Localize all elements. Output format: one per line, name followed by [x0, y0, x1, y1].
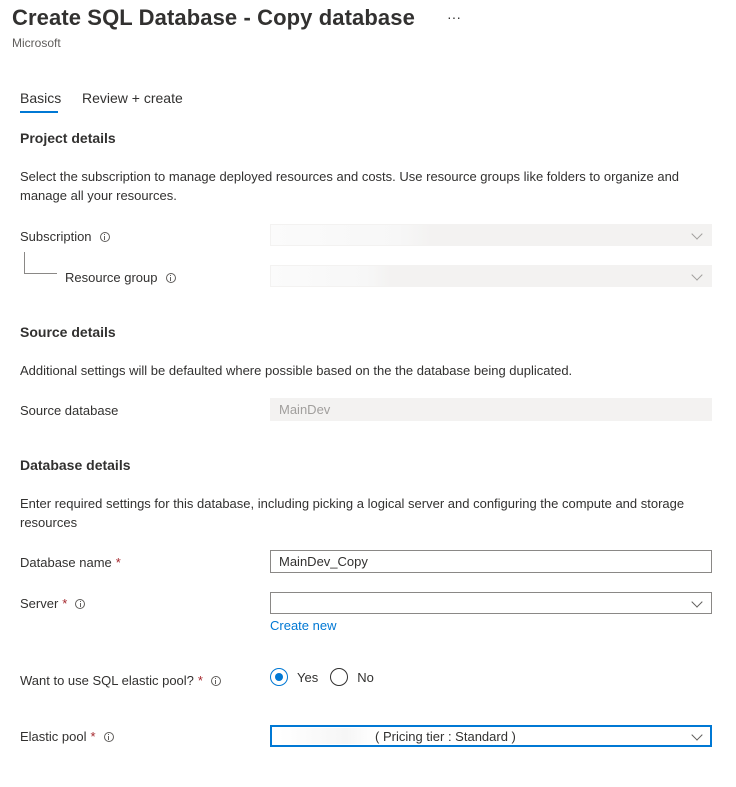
database-details-description: Enter required settings for this databas…	[20, 496, 685, 530]
radio-unchecked-icon	[330, 668, 349, 686]
page-title: Create SQL Database - Copy database	[12, 5, 415, 30]
info-icon[interactable]	[99, 231, 110, 242]
project-details-description: Select the subscription to manage deploy…	[20, 169, 680, 203]
source-details-heading: Source details	[20, 324, 116, 340]
database-details-heading: Database details	[20, 457, 131, 473]
elastic-pool-value: ( Pricing tier : Standard )	[375, 728, 516, 744]
source-database-field: MainDev	[270, 398, 712, 421]
subscription-label-row: Subscription	[20, 229, 110, 244]
chevron-down-icon	[691, 729, 703, 741]
subscription-label: Subscription	[20, 229, 92, 244]
source-database-label: Source database	[20, 403, 119, 418]
required-mark: *	[197, 673, 203, 688]
required-mark: *	[62, 596, 68, 611]
database-name-input[interactable]: MainDev_Copy	[270, 550, 712, 573]
required-mark: *	[90, 729, 96, 744]
elastic-pool-question-row: Want to use SQL elastic pool? *	[20, 673, 221, 688]
elastic-pool-question-label: Want to use SQL elastic pool?	[20, 673, 194, 688]
redacted-value	[272, 593, 412, 613]
create-sql-database-blade: Create SQL Database - Copy database ··· …	[0, 0, 736, 787]
redacted-value	[271, 266, 391, 286]
subscription-dropdown[interactable]	[270, 224, 712, 246]
info-icon[interactable]	[75, 598, 86, 609]
info-icon[interactable]	[165, 272, 176, 283]
chevron-down-icon	[691, 228, 703, 240]
source-details-description: Additional settings will be defaulted wh…	[20, 363, 573, 378]
elastic-pool-dropdown[interactable]: ( Pricing tier : Standard )	[270, 725, 712, 747]
resource-group-dropdown[interactable]	[270, 265, 712, 287]
required-mark: *	[115, 555, 121, 570]
database-name-label-row: Database name *	[20, 555, 121, 570]
more-options-button[interactable]: ···	[447, 9, 461, 25]
radio-no-label: No	[357, 669, 374, 685]
server-dropdown[interactable]	[270, 592, 712, 614]
resource-group-label-row: Resource group	[65, 270, 176, 285]
info-icon[interactable]	[103, 731, 114, 742]
elastic-pool-yes-radio[interactable]: Yes	[270, 668, 318, 686]
info-icon[interactable]	[210, 675, 221, 686]
tab-review-create[interactable]: Review + create	[82, 90, 183, 106]
server-label: Server	[20, 596, 59, 611]
redacted-value	[279, 728, 375, 744]
elastic-pool-radio-group: Yes No	[270, 668, 386, 686]
project-details-heading: Project details	[20, 130, 116, 146]
elastic-pool-label: Elastic pool	[20, 729, 87, 744]
active-tab-indicator	[20, 111, 58, 113]
create-new-server-link[interactable]: Create new	[270, 618, 336, 633]
publisher-label: Microsoft	[12, 36, 61, 50]
resource-group-label: Resource group	[65, 270, 158, 285]
redacted-value	[271, 225, 431, 245]
chevron-down-icon	[691, 269, 703, 281]
tree-connector	[24, 252, 57, 274]
database-name-label: Database name	[20, 555, 112, 570]
elastic-pool-no-radio[interactable]: No	[330, 668, 374, 686]
tab-basics[interactable]: Basics	[20, 90, 61, 106]
radio-yes-label: Yes	[297, 669, 319, 685]
chevron-down-icon	[691, 596, 703, 608]
radio-checked-icon	[270, 668, 288, 686]
elastic-pool-label-row: Elastic pool *	[20, 729, 114, 744]
server-label-row: Server *	[20, 596, 86, 611]
